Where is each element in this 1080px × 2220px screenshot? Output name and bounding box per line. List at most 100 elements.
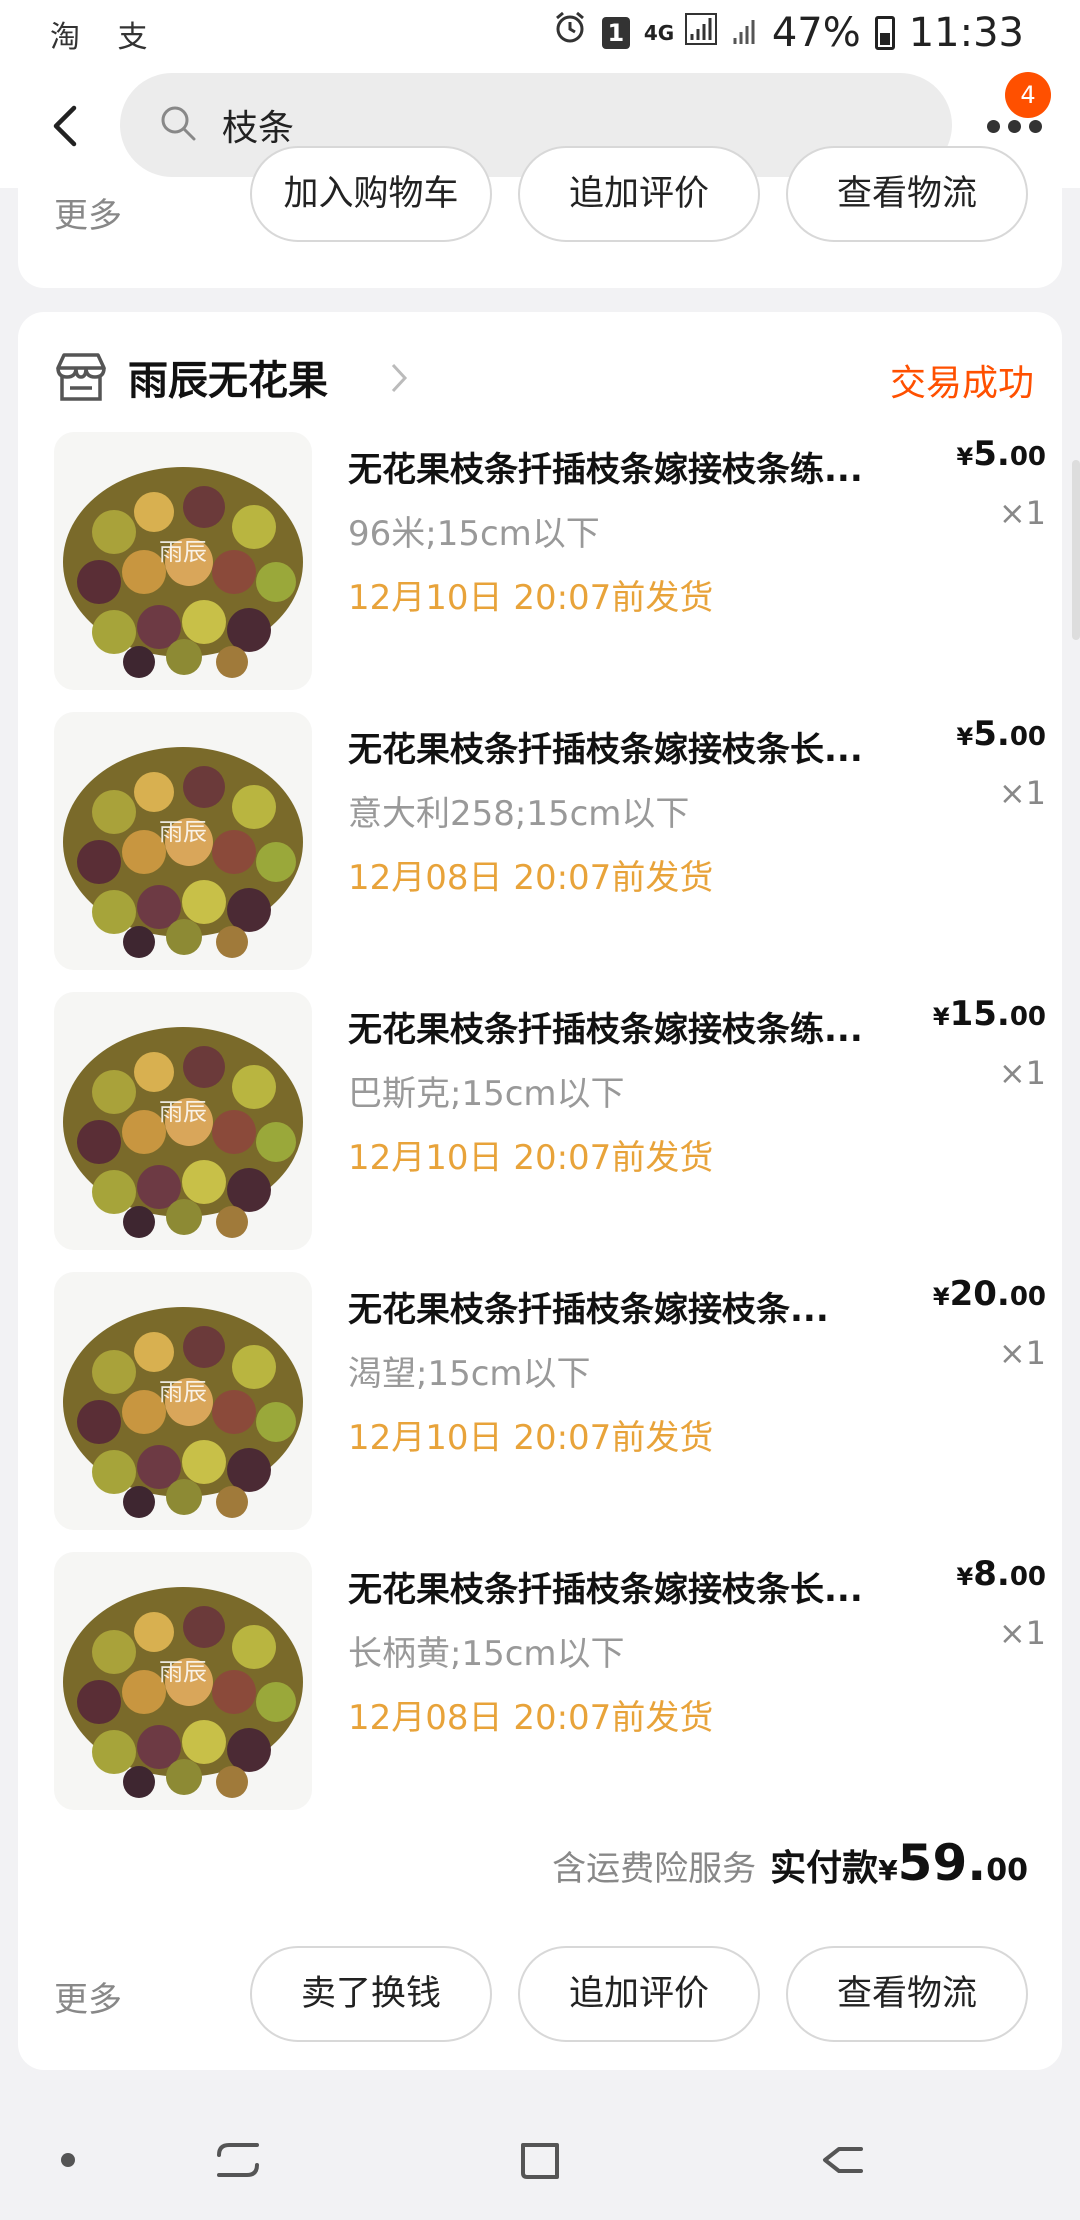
item-quantity: ×1 bbox=[998, 1334, 1046, 1372]
more-link[interactable]: 更多 bbox=[54, 188, 122, 237]
item-title[interactable]: 无花果枝条扦插枝条嫁接枝条长... bbox=[348, 1562, 908, 1611]
item-price: ¥8.00 bbox=[957, 1554, 1046, 1594]
image-watermark: 雨辰 bbox=[159, 1658, 207, 1686]
price-symbol: ¥ bbox=[956, 1563, 974, 1591]
price-symbol: ¥ bbox=[932, 1003, 950, 1031]
total-symbol: ¥ bbox=[878, 1854, 898, 1887]
more-dot bbox=[1007, 119, 1021, 133]
price-symbol: ¥ bbox=[956, 443, 974, 471]
shipping-insurance-note: 含运费险服务 bbox=[552, 1849, 757, 1889]
nav-dot-button[interactable] bbox=[38, 2130, 98, 2190]
item-quantity: ×1 bbox=[998, 494, 1046, 532]
image-watermark: 雨辰 bbox=[159, 1378, 207, 1406]
total-decimal: 00 bbox=[986, 1853, 1028, 1888]
price-integer: 8. bbox=[973, 1554, 1010, 1594]
home-square-icon bbox=[521, 2143, 559, 2179]
order-item[interactable]: 雨辰 无花果枝条扦插枝条嫁接枝条... 渴望;15cm以下 12月10日 20:… bbox=[54, 1272, 1046, 1530]
back-nav-icon bbox=[823, 2147, 863, 2173]
more-link[interactable]: 更多 bbox=[54, 1972, 122, 2021]
recent-apps-button[interactable] bbox=[208, 2130, 268, 2190]
price-integer: 15. bbox=[949, 994, 1010, 1034]
item-title[interactable]: 无花果枝条扦插枝条嫁接枝条练... bbox=[348, 1002, 908, 1051]
product-image: 雨辰 bbox=[54, 1272, 312, 1530]
item-sku: 渴望;15cm以下 bbox=[348, 1354, 591, 1394]
product-image: 雨辰 bbox=[54, 712, 312, 970]
item-title[interactable]: 无花果枝条扦插枝条嫁接枝条长... bbox=[348, 722, 908, 771]
order-card: 雨辰无花果 交易成功 雨辰 无花果枝条扦插枝条嫁接枝条练... 96米;15cm… bbox=[18, 312, 1062, 2070]
shop-header[interactable]: 雨辰无花果 交易成功 bbox=[54, 342, 1034, 412]
item-ship-time: 12月10日 20:07前发货 bbox=[348, 1418, 714, 1458]
item-quantity: ×1 bbox=[998, 1054, 1046, 1092]
price-decimal: 00 bbox=[1009, 1562, 1046, 1592]
status-right: 1 4G 47% 11:33 bbox=[552, 8, 1024, 58]
price-decimal: 00 bbox=[1009, 1282, 1046, 1312]
price-integer: 5. bbox=[973, 434, 1010, 474]
message-count-badge: 4 bbox=[1005, 72, 1051, 118]
price-integer: 20. bbox=[949, 1274, 1010, 1314]
item-ship-time: 12月10日 20:07前发货 bbox=[348, 1138, 714, 1178]
product-image: 雨辰 bbox=[54, 1552, 312, 1810]
item-title[interactable]: 无花果枝条扦插枝条嫁接枝条... bbox=[348, 1282, 908, 1331]
order-item[interactable]: 雨辰 无花果枝条扦插枝条嫁接枝条练... 巴斯克;15cm以下 12月10日 2… bbox=[54, 992, 1046, 1250]
item-title[interactable]: 无花果枝条扦插枝条嫁接枝条练... bbox=[348, 442, 908, 491]
add-review-button[interactable]: 追加评价 bbox=[518, 1946, 760, 2042]
system-nav-bar bbox=[0, 2096, 1080, 2220]
alarm-icon bbox=[552, 10, 588, 56]
network-type: 4G bbox=[643, 21, 675, 45]
price-symbol: ¥ bbox=[956, 723, 974, 751]
resell-button[interactable]: 卖了换钱 bbox=[250, 1946, 492, 2042]
order-item[interactable]: 雨辰 无花果枝条扦插枝条嫁接枝条练... 96米;15cm以下 12月10日 2… bbox=[54, 432, 1046, 690]
price-symbol: ¥ bbox=[932, 1283, 950, 1311]
add-to-cart-button[interactable]: 加入购物车 bbox=[250, 146, 492, 242]
figs-cluster bbox=[63, 467, 303, 678]
view-logistics-button[interactable]: 查看物流 bbox=[786, 146, 1028, 242]
home-button[interactable] bbox=[510, 2130, 570, 2190]
shop-name[interactable]: 雨辰无花果 bbox=[128, 348, 328, 406]
order-item[interactable]: 雨辰 无花果枝条扦插枝条嫁接枝条长... 长柄黄;15cm以下 12月08日 2… bbox=[54, 1552, 1046, 1810]
item-ship-time: 12月08日 20:07前发货 bbox=[348, 858, 714, 898]
chevron-right-icon bbox=[390, 362, 408, 398]
order-item[interactable]: 雨辰 无花果枝条扦插枝条嫁接枝条长... 意大利258;15cm以下 12月08… bbox=[54, 712, 1046, 970]
status-bar: 淘 支 1 4G 47% 11:33 bbox=[0, 0, 1080, 66]
item-sku: 巴斯克;15cm以下 bbox=[348, 1074, 625, 1114]
product-image: 雨辰 bbox=[54, 992, 312, 1250]
item-price: ¥5.00 bbox=[957, 714, 1046, 754]
figs-cluster bbox=[63, 1587, 303, 1798]
total-label: 实付款 bbox=[770, 1848, 879, 1889]
signal-icon bbox=[684, 10, 718, 56]
product-image: 雨辰 bbox=[54, 432, 312, 690]
scrollbar[interactable] bbox=[1072, 460, 1080, 640]
item-price: ¥20.00 bbox=[933, 1274, 1046, 1314]
price-decimal: 00 bbox=[1009, 1002, 1046, 1032]
view-logistics-button[interactable]: 查看物流 bbox=[786, 1946, 1028, 2042]
item-sku: 96米;15cm以下 bbox=[348, 514, 600, 554]
back-arrow-icon bbox=[53, 105, 77, 147]
signal-icon-2 bbox=[732, 10, 758, 56]
figs-cluster bbox=[63, 1307, 303, 1518]
image-watermark: 雨辰 bbox=[159, 1098, 207, 1126]
back-nav-button[interactable] bbox=[812, 2130, 872, 2190]
price-decimal: 00 bbox=[1009, 722, 1046, 752]
shop-icon bbox=[54, 352, 108, 406]
notification-badge: 1 bbox=[601, 17, 630, 49]
item-quantity: ×1 bbox=[998, 774, 1046, 812]
more-dots-icon bbox=[986, 119, 1000, 133]
battery-percent: 47% bbox=[771, 10, 861, 56]
total-integer: 59. bbox=[897, 1834, 987, 1892]
order-total: 含运费险服务 实付款 ¥ 59. 00 bbox=[552, 1834, 1028, 1892]
image-watermark: 雨辰 bbox=[159, 538, 207, 566]
add-review-button[interactable]: 追加评价 bbox=[518, 146, 760, 242]
dot-icon bbox=[61, 2153, 75, 2167]
figs-cluster bbox=[63, 747, 303, 958]
item-sku: 意大利258;15cm以下 bbox=[348, 794, 690, 834]
search-icon bbox=[158, 103, 198, 147]
image-watermark: 雨辰 bbox=[159, 818, 207, 846]
order-status: 交易成功 bbox=[889, 363, 1034, 404]
clock: 11:33 bbox=[908, 10, 1024, 56]
battery-icon bbox=[874, 16, 895, 50]
back-button[interactable] bbox=[40, 96, 90, 156]
item-quantity: ×1 bbox=[998, 1614, 1046, 1652]
more-dot bbox=[1028, 119, 1042, 133]
figs-cluster bbox=[63, 1027, 303, 1238]
item-ship-time: 12月10日 20:07前发货 bbox=[348, 578, 714, 618]
